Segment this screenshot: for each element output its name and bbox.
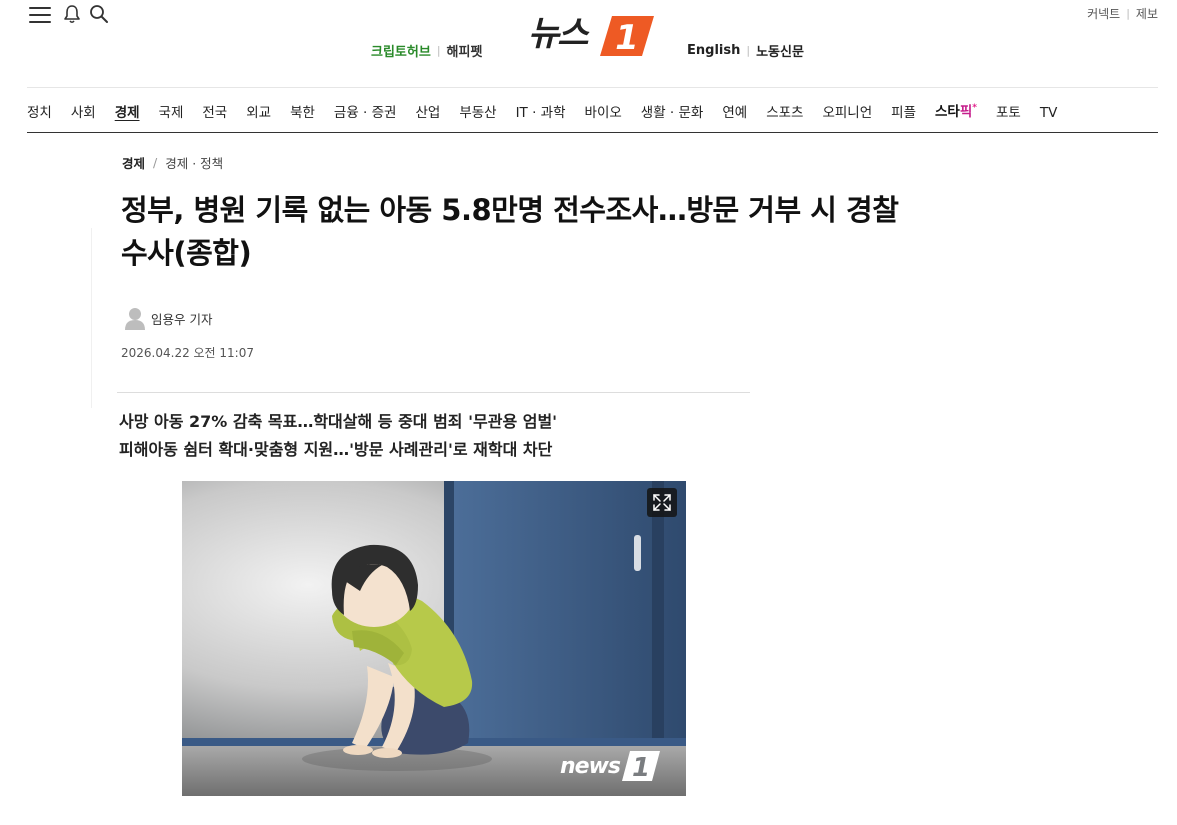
logo-wordmark: 뉴스	[528, 14, 589, 54]
article-summary: 사망 아동 27% 감축 목표…학대살해 등 중대 범죄 '무관용 엄벌' 피해…	[119, 408, 557, 464]
starpick-mark: *	[972, 103, 977, 113]
main-nav: 정치 사회 경제 국제 전국 외교 북한 금융 · 증권 산업 부동산 IT ·…	[27, 103, 1076, 123]
nav-tv[interactable]: TV	[1040, 103, 1057, 123]
summary-line-1: 사망 아동 27% 감축 목표…학대살해 등 중대 범죄 '무관용 엄벌'	[119, 412, 558, 431]
nav-north-korea[interactable]: 북한	[290, 103, 315, 123]
nav-economy[interactable]: 경제	[115, 103, 140, 123]
nav-bio[interactable]: 바이오	[585, 103, 622, 123]
nav-photo[interactable]: 포토	[996, 103, 1021, 123]
summary-line-2: 피해아동 쉼터 확대·맞춤형 지원…'방문 사례관리'로 재학대 차단	[119, 440, 553, 459]
nav-starpick[interactable]: 스타픽*	[935, 102, 977, 124]
expand-photo-button[interactable]	[647, 488, 677, 517]
hamburger-menu-icon[interactable]	[29, 6, 51, 24]
nav-national[interactable]: 전국	[202, 103, 227, 123]
nav-people[interactable]: 피플	[891, 103, 916, 123]
nav-life-culture[interactable]: 생활 · 문화	[641, 103, 704, 123]
site-header: 커넥트 | 제보 크립토허브 | 해피펫 뉴스 1 English | 노동신문	[0, 0, 1177, 88]
headline-line-2: 수사(종합)	[121, 236, 252, 270]
divider: |	[436, 44, 441, 57]
nav-finance[interactable]: 금융 · 증권	[334, 103, 397, 123]
reporter-avatar-icon	[125, 308, 145, 330]
photo-watermark: news 1	[560, 748, 662, 784]
breadcrumb-subsection[interactable]: 경제 · 정책	[165, 153, 223, 172]
divider: |	[746, 44, 751, 57]
sub-links-right: English | 노동신문	[687, 41, 804, 60]
starpick-label-b: 픽	[959, 104, 973, 120]
bell-icon[interactable]	[63, 4, 81, 24]
utility-links: 커넥트 | 제보	[1087, 5, 1158, 22]
logo-badge-icon: 1	[600, 16, 654, 58]
crypto-hub-link[interactable]: 크립토허브	[371, 41, 431, 60]
article-divider	[117, 392, 750, 393]
headline-line-1: 정부, 병원 기록 없는 아동 5.8만명 전수조사…방문 거부 시 경찰	[121, 193, 899, 227]
nav-opinion[interactable]: 오피니언	[822, 103, 872, 123]
nav-politics[interactable]: 정치	[27, 103, 52, 123]
article-headline: 정부, 병원 기록 없는 아동 5.8만명 전수조사…방문 거부 시 경찰 수사…	[121, 189, 1051, 275]
header-divider	[27, 87, 1158, 88]
divider: |	[1126, 7, 1130, 20]
watermark-badge-icon: 1	[622, 751, 661, 783]
breadcrumb-separator: /	[153, 155, 158, 170]
breadcrumb-section[interactable]: 경제	[122, 153, 145, 172]
nav-society[interactable]: 사회	[71, 103, 96, 123]
nav-divider	[27, 132, 1158, 133]
watermark-number: 1	[632, 753, 650, 783]
nav-industry[interactable]: 산업	[415, 103, 440, 123]
nav-entertainment[interactable]: 연예	[722, 103, 747, 123]
watermark-text: news	[560, 753, 621, 779]
news1-logo[interactable]: 뉴스 1	[528, 12, 658, 60]
reporter-name[interactable]: 임용우 기자	[151, 309, 212, 328]
breadcrumb: 경제 / 경제 · 정책	[122, 153, 223, 172]
english-link[interactable]: English	[687, 43, 740, 58]
nav-real-estate[interactable]: 부동산	[459, 103, 496, 123]
starpick-label-a: 스타	[935, 104, 960, 120]
byline: 임용우 기자	[124, 306, 212, 330]
connect-link[interactable]: 커넥트	[1087, 5, 1120, 22]
nav-sports[interactable]: 스포츠	[766, 103, 803, 123]
published-time: 2026.04.22 오전 11:07	[121, 346, 254, 360]
left-rule	[91, 228, 92, 408]
rodong-link[interactable]: 노동신문	[756, 41, 804, 60]
nav-diplomacy[interactable]: 외교	[246, 103, 271, 123]
nav-it-science[interactable]: IT · 과학	[516, 103, 566, 123]
happypet-link[interactable]: 해피펫	[447, 41, 483, 60]
nav-world[interactable]: 국제	[159, 103, 184, 123]
sub-links-left: 크립토허브 | 해피펫	[371, 41, 482, 60]
tip-link[interactable]: 제보	[1136, 5, 1158, 22]
logo-number: 1	[615, 18, 639, 58]
expand-icon	[653, 494, 671, 511]
search-icon[interactable]	[89, 4, 109, 24]
